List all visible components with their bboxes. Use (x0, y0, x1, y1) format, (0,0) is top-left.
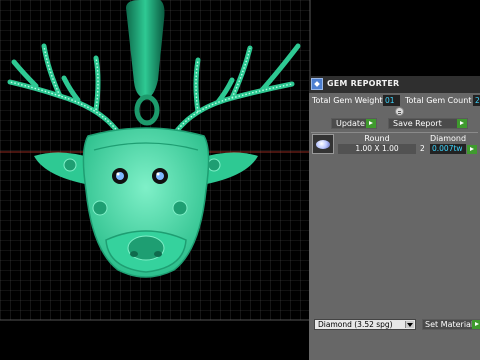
update-go-icon (366, 119, 376, 128)
material-select[interactable]: Diamond (3.52 spg) (314, 319, 416, 330)
table-header-shape: Round (364, 134, 390, 143)
panel-resize-grip[interactable] (395, 107, 404, 116)
save-report-button-label: Save Report (393, 119, 442, 128)
material-bar: Diamond (3.52 spg) Set Material (309, 316, 480, 332)
right-nostril (154, 251, 162, 257)
right-eye-gem[interactable] (152, 168, 168, 184)
left-cheek-ornament (92, 200, 108, 216)
panel-divider (311, 132, 478, 133)
left-nostril (130, 251, 138, 257)
right-ear-ornament (207, 158, 221, 172)
panel-title: GEM REPORTER (327, 79, 400, 88)
total-gem-weight-label: Total Gem Weight (312, 96, 383, 105)
gem-count-cell: 2 (420, 144, 425, 153)
gem-weight-cell: 0.007tw (430, 144, 466, 154)
save-report-go-icon (457, 119, 467, 128)
gem-reporter-icon (311, 78, 323, 90)
right-cheek-ornament (172, 200, 188, 216)
set-material-button-label: Set Material (425, 320, 474, 329)
left-eye-gem[interactable] (112, 168, 128, 184)
gem-stats-row: Total Gem Weight 01 Total Gem Count 2 (309, 95, 480, 107)
gem-row-go-icon[interactable] (467, 145, 477, 154)
left-ear-ornament (63, 158, 77, 172)
gem-reporter-panel: GEM REPORTER Total Gem Weight 01 Total G… (309, 76, 480, 360)
update-button-label: Update (336, 119, 365, 128)
total-gem-weight-value: 01 (383, 95, 400, 106)
update-button[interactable]: Update (331, 118, 377, 129)
set-material-go-icon (472, 320, 480, 329)
set-material-button[interactable]: Set Material (422, 319, 480, 330)
table-header-material: Diamond (429, 134, 467, 143)
panel-titlebar[interactable]: GEM REPORTER (309, 76, 480, 93)
total-gem-count-value: 2 (473, 95, 480, 106)
chevron-down-icon[interactable] (405, 321, 414, 328)
round-diamond-thumbnail[interactable] (312, 134, 334, 154)
gem-size-cell: 1.00 X 1.00 (355, 144, 399, 153)
gem-table: Round Diamond 1.00 X 1.00 2 0.007tw (312, 134, 480, 156)
total-gem-count-label: Total Gem Count (405, 96, 472, 105)
material-select-value: Diamond (3.52 spg) (318, 320, 393, 329)
save-report-button[interactable]: Save Report (388, 118, 468, 129)
